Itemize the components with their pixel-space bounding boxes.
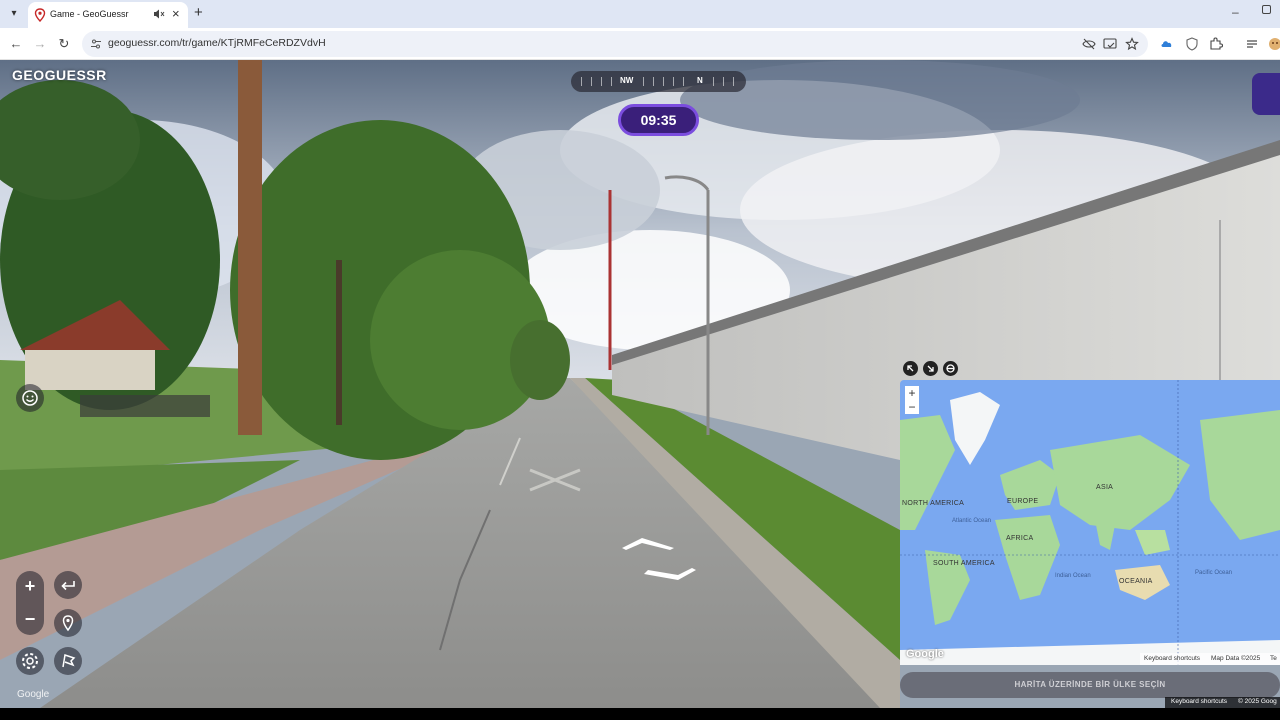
compass-tick [653, 77, 654, 86]
minimize-window-button[interactable]: – [1232, 5, 1239, 19]
guess-button[interactable]: HARİTA ÜZERİNDE BİR ÜLKE SEÇİN [900, 672, 1280, 698]
timer-text: 09:35 [640, 112, 677, 128]
map-label-north-america: NORTH AMERICA [902, 500, 965, 507]
reading-list-icon[interactable] [1245, 37, 1259, 51]
flag-report-icon[interactable] [54, 647, 82, 675]
side-panel-toggle[interactable] [1252, 73, 1280, 115]
cloud-extension-icon[interactable] [1160, 37, 1174, 51]
url-text: geoguessr.com/tr/game/KTjRMFeCeRDZVdvH [108, 37, 326, 49]
profile-avatar-icon[interactable] [1268, 37, 1280, 51]
back-arrow-icon[interactable]: ← [8, 36, 24, 52]
map-label-asia: ASIA [1096, 484, 1114, 491]
map-label-oceania: OCEANIA [1119, 578, 1153, 585]
compass-tick [733, 77, 734, 86]
compass-tick [601, 77, 602, 86]
zoom-out-button[interactable]: − [16, 605, 44, 633]
compass-tick [723, 77, 724, 86]
return-to-start-pin-icon[interactable] [54, 609, 82, 637]
map-shrink-arrow-icon[interactable] [923, 361, 938, 376]
round-timer: 09:35 [618, 104, 699, 136]
compass-tick [643, 77, 644, 86]
compass-label-n: N [697, 76, 703, 85]
map-expand-arrow-icon[interactable] [903, 361, 918, 376]
forward-arrow-icon[interactable]: → [32, 36, 48, 52]
compass-tick [611, 77, 612, 86]
emote-smile-icon[interactable] [16, 384, 44, 412]
compass-label-nw: NW [620, 76, 634, 85]
tab-title: Game - GeoGuessr [50, 9, 129, 19]
map-label-africa: AFRICA [1006, 535, 1034, 542]
move-arrow-icon[interactable] [620, 536, 700, 584]
compass-tick [581, 77, 582, 86]
sv-copyright: © 2025 Goog [1238, 698, 1277, 705]
zoom-in-button[interactable]: + [16, 572, 44, 600]
tab-search-chevron-icon[interactable]: ▾ [6, 6, 22, 22]
map-label-europe: EUROPE [1007, 498, 1039, 505]
browser-toolbar: ← → ↻ geoguessr.com/tr/game/KTjRMFeCeRDZ… [0, 28, 1280, 60]
map-data-credit: Map Data ©2025 [1211, 655, 1261, 662]
geoguessr-logo[interactable]: GEOGUESSR [12, 67, 107, 83]
maximize-window-button[interactable] [1262, 5, 1271, 14]
map-label-south-america: SOUTH AMERICA [933, 560, 995, 567]
map-label-pacific: Pacific Ocean [1195, 570, 1233, 576]
sv-keyboard-shortcuts-link[interactable]: Keyboard shortcuts [1171, 698, 1227, 705]
address-bar[interactable]: geoguessr.com/tr/game/KTjRMFeCeRDZVdvH [82, 31, 1148, 57]
screen: ▾ Game - GeoGuessr × + – ← → ↻ geoguessr… [0, 0, 1280, 720]
street-view-footer: Keyboard shortcuts © 2025 Goog [1165, 697, 1280, 708]
settings-gear-icon[interactable] [16, 647, 44, 675]
close-tab-button[interactable]: × [172, 6, 180, 21]
compass-tick [673, 77, 674, 86]
map-keyboard-shortcuts-link[interactable]: Keyboard shortcuts [1144, 655, 1200, 662]
shield-extension-icon[interactable] [1185, 37, 1199, 51]
map-terms-link[interactable]: Te [1270, 655, 1277, 662]
guess-button-label: HARİTA ÜZERİNDE BİR ÜLKE SEÇİN [1014, 680, 1166, 689]
bottom-black-bar [0, 708, 1280, 720]
map-zoom-in-button[interactable]: + [905, 386, 919, 400]
compass-tick [663, 77, 664, 86]
reload-icon[interactable]: ↻ [56, 36, 72, 52]
compass-tick [591, 77, 592, 86]
zoom-controls: + − [16, 571, 44, 635]
map-label-indian: Indian Ocean [1055, 573, 1091, 579]
guess-map[interactable]: + − ASIA EUROPE AFRICA SOUTH AMERICA OCE… [900, 380, 1280, 665]
map-zoom-out-button[interactable]: − [905, 400, 919, 414]
browser-tab-geoguessr[interactable]: Game - GeoGuessr × [28, 2, 188, 28]
new-tab-button[interactable]: + [194, 4, 203, 21]
cast-icon[interactable] [1103, 37, 1117, 51]
compass-tick [713, 77, 714, 86]
map-pin-toggle-icon[interactable] [943, 361, 958, 376]
google-watermark: Google [17, 689, 50, 700]
eye-off-icon[interactable] [1082, 37, 1096, 51]
map-google-logo: Google [906, 648, 944, 660]
site-info-icon[interactable] [90, 38, 102, 50]
map-label-atlantic: Atlantic Ocean [952, 518, 992, 524]
map-size-tools [903, 360, 963, 378]
bookmark-star-icon[interactable] [1125, 37, 1139, 51]
muted-audio-icon[interactable] [153, 8, 165, 20]
map-pin-icon [34, 8, 46, 22]
map-zoom-controls: + − [905, 386, 919, 414]
browser-tab-bar: ▾ Game - GeoGuessr × + – [0, 0, 1280, 28]
compass-tick [683, 77, 684, 86]
compass: NW N [571, 71, 746, 92]
extensions-puzzle-icon[interactable] [1209, 37, 1223, 51]
undo-move-icon[interactable] [54, 571, 82, 599]
